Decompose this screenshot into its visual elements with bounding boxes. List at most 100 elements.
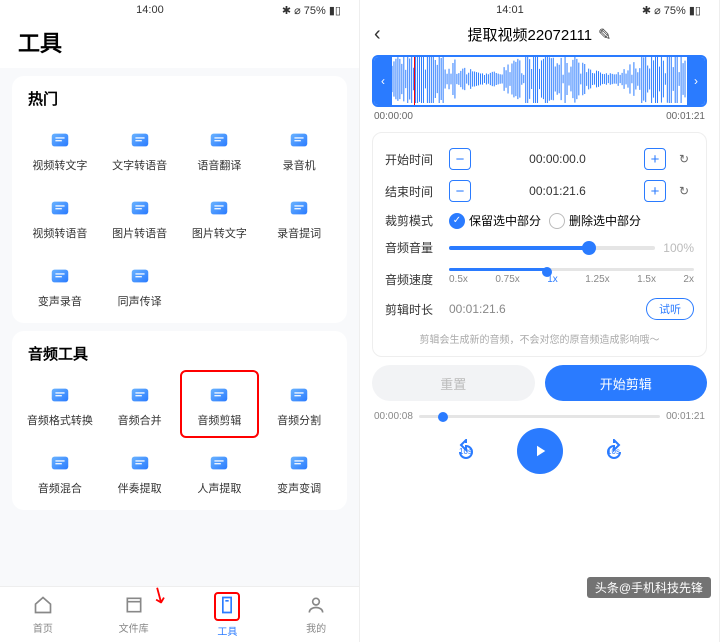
waveform[interactable]: ‹ › <box>372 55 707 107</box>
reset-button[interactable]: 重置 <box>372 365 535 401</box>
speed-picker[interactable]: 0.5x 0.75x 1x 1.25x 1.5x 2x <box>449 274 694 285</box>
status-bar: 14:00 ✱ ⌀ 75% ▮▯ <box>0 0 359 20</box>
start-time-row: 开始时间 − 00:00:00.0 + ↻ <box>385 143 694 175</box>
tool-text-voice[interactable]: 文字转语音 <box>100 115 180 183</box>
speed-0.5x[interactable]: 0.5x <box>449 274 468 285</box>
page-title: 工具 <box>0 20 359 68</box>
end-minus-button[interactable]: − <box>449 180 471 202</box>
speed-label: 音频速度 <box>385 271 441 288</box>
mode-label: 裁剪模式 <box>385 212 441 229</box>
tool-label: 伴奏提取 <box>118 480 162 496</box>
record-teleprompt-icon <box>282 191 316 225</box>
playback-row: 00:00:08 00:01:21 <box>360 401 719 422</box>
tab-icon <box>124 595 144 618</box>
tool-video-text[interactable]: 视频转文字 <box>20 115 100 183</box>
section-title: 热门 <box>20 88 339 115</box>
img-text-icon <box>202 191 236 225</box>
end-plus-button[interactable]: + <box>644 180 666 202</box>
try-listen-button[interactable]: 试听 <box>646 298 694 320</box>
tab-label: 首页 <box>33 620 53 635</box>
start-time-value[interactable]: 00:00:00.0 <box>479 152 636 166</box>
tool-audio-merge[interactable]: 音频合并 <box>100 370 180 438</box>
start-minus-button[interactable]: − <box>449 148 471 170</box>
end-reset-icon[interactable]: ↻ <box>674 181 694 201</box>
duration-label: 剪辑时长 <box>385 301 441 318</box>
waveform-body[interactable] <box>392 55 687 107</box>
tool-label: 变声录音 <box>38 293 82 309</box>
audio-trim-icon <box>202 378 236 412</box>
tool-label: 文字转语音 <box>112 157 167 173</box>
voice-change-icon <box>43 259 77 293</box>
wave-prev-button[interactable]: ‹ <box>374 57 392 105</box>
tool-pitch-shift[interactable]: 变声变调 <box>259 438 339 506</box>
phone-left: 14:00 ✱ ⌀ 75% ▮▯ 工具 热门视频转文字文字转语音语音翻译录音机视… <box>0 0 360 642</box>
wave-cursor[interactable] <box>414 55 415 107</box>
waveform-svg <box>392 55 687 103</box>
start-time-label: 开始时间 <box>385 151 441 168</box>
tool-record-teleprompt[interactable]: 录音提词 <box>259 183 339 251</box>
status-bar: 14:01 ✱ ⌀ 75% ▮▯ <box>360 0 719 20</box>
section-1: 音频工具音频格式转换音频合并 音频剪辑 音频分割音频混合伴奏提取 人声提取变声变调 <box>12 331 347 510</box>
status-time: 14:01 <box>496 4 524 16</box>
section-0: 热门视频转文字文字转语音语音翻译录音机视频转语音图片转语音图片转文字录音提词变声… <box>12 76 347 323</box>
pitch-shift-icon <box>282 446 316 480</box>
tab-icon <box>306 595 326 618</box>
tab-0[interactable]: 首页 <box>33 595 53 635</box>
tool-recorder[interactable]: 录音机 <box>259 115 339 183</box>
speed-2x[interactable]: 2x <box>683 274 694 285</box>
tool-audio-mix[interactable]: 音频混合 <box>20 438 100 506</box>
start-trim-button[interactable]: 开始剪辑 <box>545 365 708 401</box>
end-time-row: 结束时间 − 00:01:21.6 + ↻ <box>385 175 694 207</box>
radio-remove[interactable]: 删除选中部分 <box>549 212 641 229</box>
img-voice-icon <box>123 191 157 225</box>
tool-img-text[interactable]: 图片转文字 <box>180 183 260 251</box>
radio-keep[interactable]: ✓保留选中部分 <box>449 212 541 229</box>
tool-video-voice[interactable]: 视频转语音 <box>20 183 100 251</box>
wave-next-button[interactable]: › <box>687 57 705 105</box>
tab-bar: ↘ 首页文件库工具我的 <box>0 586 359 642</box>
tool-voice-change[interactable]: 变声录音 <box>20 251 100 319</box>
tool-label: 音频合并 <box>118 412 162 428</box>
tool-label: 音频剪辑 <box>197 412 241 428</box>
tool-label: 变声变调 <box>277 480 321 496</box>
speed-1.25x[interactable]: 1.25x <box>585 274 609 285</box>
seek-fwd-button[interactable]: 10s <box>599 439 629 463</box>
play-button[interactable] <box>517 428 563 474</box>
tool-audio-split[interactable]: 音频分割 <box>259 370 339 438</box>
tool-extract-accomp[interactable]: 伴奏提取 <box>100 438 180 506</box>
start-plus-button[interactable]: + <box>644 148 666 170</box>
tool-extract-vocal[interactable]: 人声提取 <box>180 438 260 506</box>
end-time-label: 结束时间 <box>385 183 441 200</box>
volume-row: 音频音量 100% <box>385 234 694 261</box>
end-time-value[interactable]: 00:01:21.6 <box>479 184 636 198</box>
seek-back-button[interactable]: 10s <box>451 439 481 463</box>
edit-title-icon[interactable]: ✎ <box>598 25 611 45</box>
tab-2[interactable]: 工具 <box>214 592 240 638</box>
speed-0.75x[interactable]: 0.75x <box>495 274 519 285</box>
tool-audio-trim[interactable]: 音频剪辑 <box>180 370 260 438</box>
speed-row: 音频速度 0.5x 0.75x 1x 1.25x 1.5x 2x <box>385 261 694 293</box>
tool-translate[interactable]: 语音翻译 <box>180 115 260 183</box>
tool-img-voice[interactable]: 图片转语音 <box>100 183 180 251</box>
tool-label: 录音机 <box>283 157 316 173</box>
play-controls: 10s 10s <box>360 422 719 484</box>
tool-label: 视频转语音 <box>32 225 87 241</box>
tab-label: 我的 <box>306 620 326 635</box>
status-right: ✱ ⌀ 75% ▮▯ <box>642 4 701 17</box>
section-title: 音频工具 <box>20 343 339 370</box>
speed-1.5x[interactable]: 1.5x <box>637 274 656 285</box>
text-voice-icon <box>123 123 157 157</box>
start-reset-icon[interactable]: ↻ <box>674 149 694 169</box>
tool-interpret[interactable]: 同声传译 <box>100 251 180 319</box>
volume-max: 100% <box>663 241 694 255</box>
play-total: 00:01:21 <box>666 411 705 422</box>
tool-label: 同声传译 <box>118 293 162 309</box>
playback-progress[interactable] <box>419 415 660 418</box>
back-button[interactable]: ‹ <box>374 23 381 46</box>
extract-accomp-icon <box>123 446 157 480</box>
volume-slider[interactable] <box>449 246 655 250</box>
tab-label: 文件库 <box>119 620 149 635</box>
tool-audio-convert[interactable]: 音频格式转换 <box>20 370 100 438</box>
speed-1x[interactable]: 1x <box>547 274 558 285</box>
tab-3[interactable]: 我的 <box>306 595 326 635</box>
